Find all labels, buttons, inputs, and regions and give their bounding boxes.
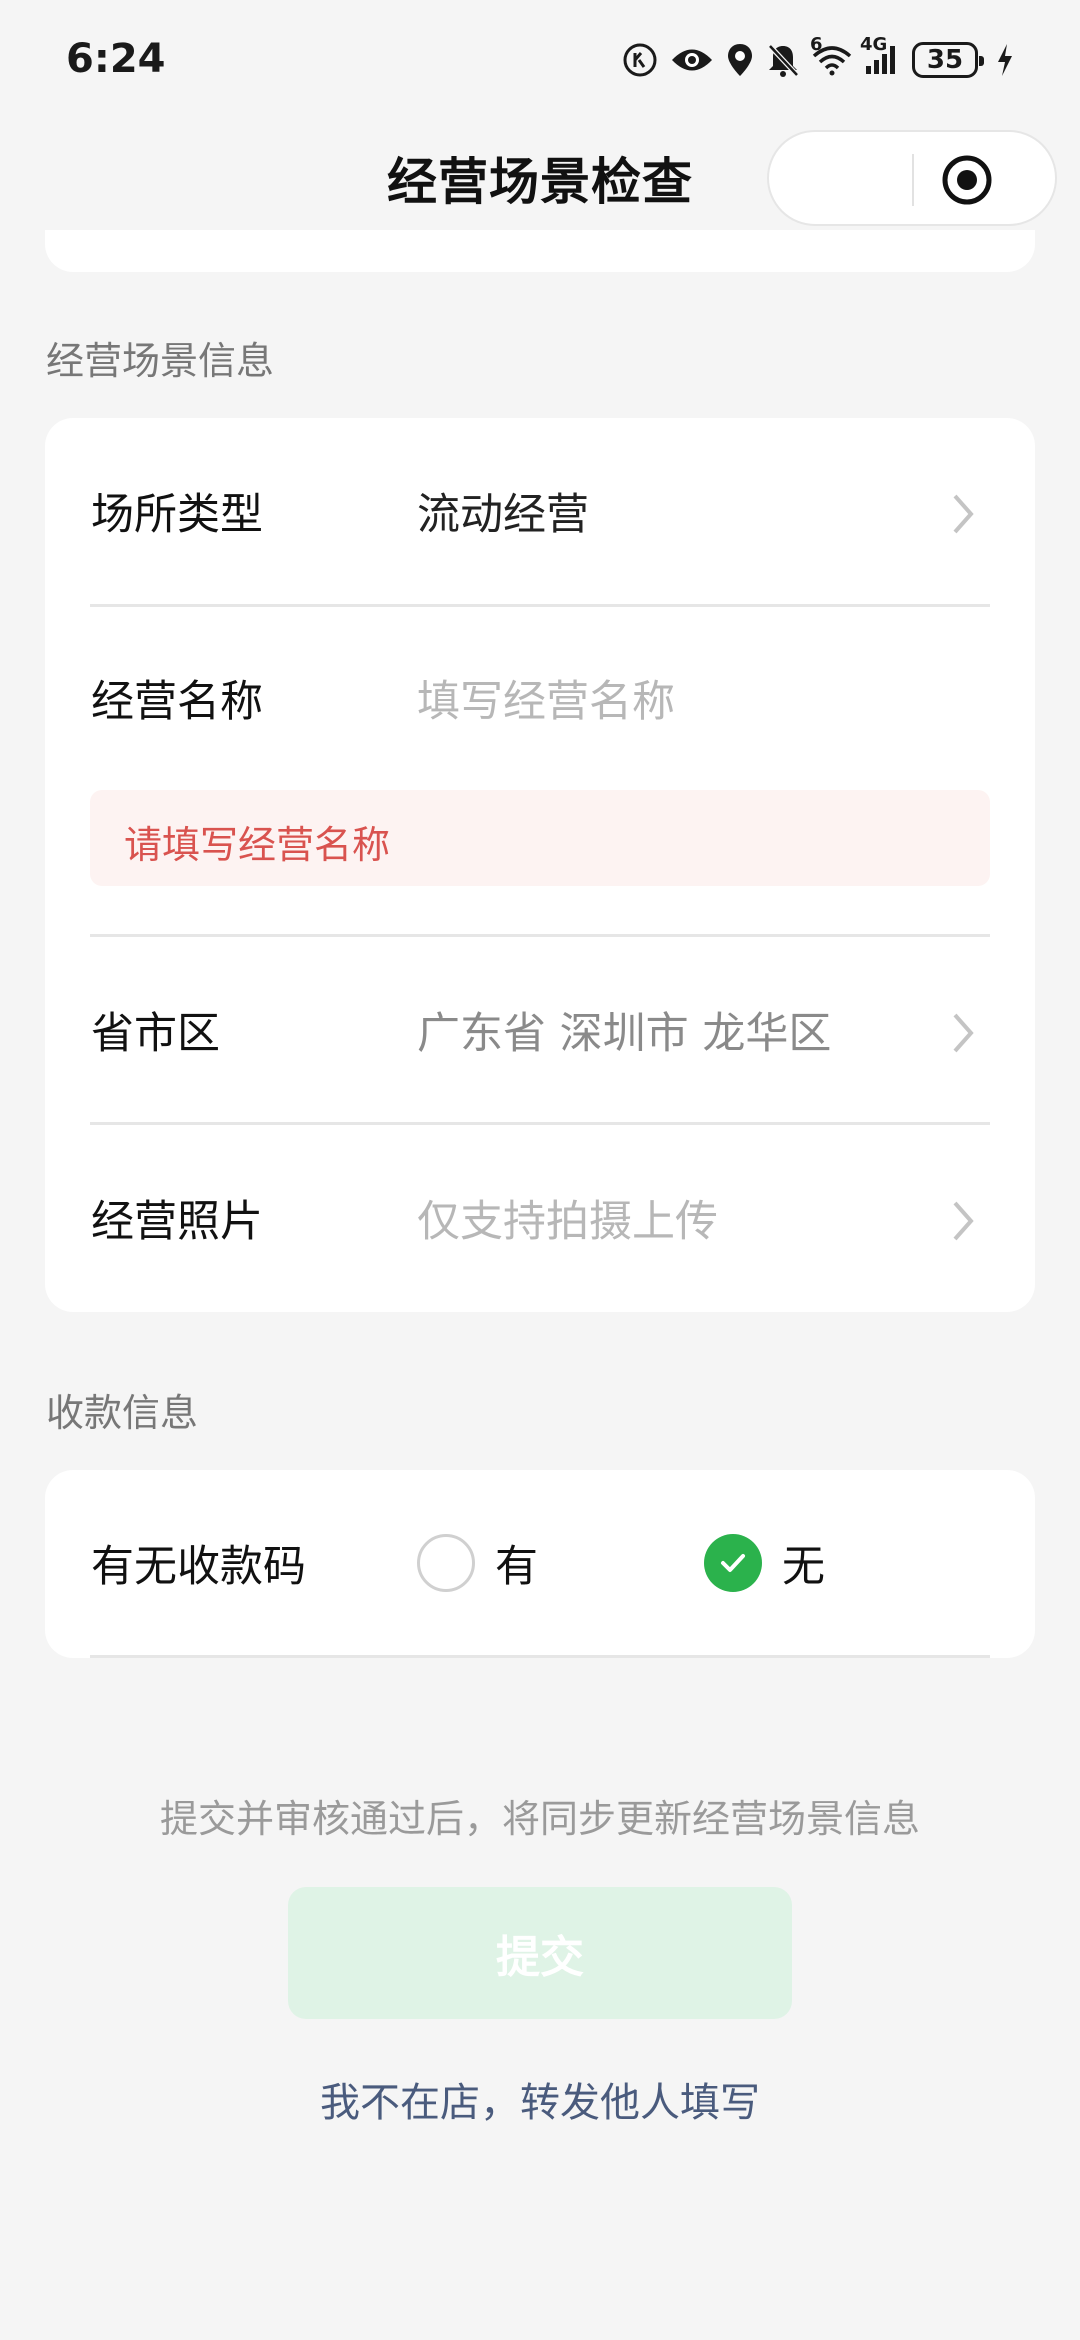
status-time: 6:24 — [66, 36, 166, 82]
wifi-icon: 6 — [810, 36, 852, 76]
mini-program-capsule — [767, 130, 1057, 226]
region-label: 省市区 — [91, 1009, 220, 1059]
region-value: 广东省 深圳市 龙华区 — [417, 1009, 832, 1059]
has-qr-label: 有无收款码 — [91, 1542, 306, 1592]
hd-call-icon — [622, 42, 658, 78]
location-icon — [726, 42, 754, 78]
radio-yes-label[interactable]: 有 — [495, 1532, 538, 1594]
chevron-right-icon — [953, 494, 974, 534]
check-icon — [721, 1554, 745, 1572]
photo-placeholder: 仅支持拍摄上传 — [417, 1197, 718, 1247]
more-dots-icon[interactable] — [779, 132, 907, 224]
chevron-right-icon — [953, 1013, 974, 1053]
venue-type-value: 流动经营 — [417, 490, 589, 540]
business-scene-card: 场所类型 流动经营 经营名称 填写经营名称 请填写经营名称 省市区 广东省 深圳… — [45, 418, 1035, 1312]
submit-button[interactable]: 提交 — [288, 1887, 792, 2019]
wifi-label: 6 — [810, 34, 823, 55]
signal-icon: 4G — [860, 36, 900, 76]
photo-row[interactable]: 经营照片 仅支持拍摄上传 — [45, 1125, 1035, 1312]
venue-type-row[interactable]: 场所类型 流动经营 — [45, 418, 1035, 606]
charging-icon — [996, 43, 1014, 77]
status-icons: 6 4G 35 — [622, 36, 1014, 84]
radio-no[interactable] — [704, 1534, 762, 1592]
venue-type-label: 场所类型 — [91, 490, 263, 540]
photo-label: 经营照片 — [91, 1197, 263, 1247]
radio-yes[interactable] — [417, 1534, 475, 1592]
has-qr-row: 有无收款码 有 无 — [45, 1470, 1035, 1656]
section-title-business-scene: 经营场景信息 — [46, 339, 275, 383]
chevron-right-icon — [953, 1201, 974, 1241]
error-message-box: 请填写经营名称 — [90, 790, 990, 886]
business-name-row[interactable]: 经营名称 填写经营名称 — [45, 607, 1035, 727]
divider — [90, 1655, 990, 1658]
section-title-payment: 收款信息 — [46, 1391, 199, 1435]
eye-icon — [670, 45, 714, 75]
radio-no-label[interactable]: 无 — [782, 1532, 825, 1594]
forward-to-others-link[interactable]: 我不在店，转发他人填写 — [0, 2070, 1080, 2128]
network-label: 4G — [860, 34, 888, 55]
payment-card: 有无收款码 有 无 — [45, 1470, 1035, 1658]
close-target-icon[interactable] — [941, 154, 993, 206]
business-name-error: 请填写经营名称 — [124, 823, 391, 867]
status-bar: 6:24 6 4G 35 — [0, 0, 1080, 120]
business-name-label: 经营名称 — [91, 677, 263, 727]
battery-level: 35 — [926, 45, 964, 75]
battery-icon: 35 — [912, 42, 984, 78]
region-row[interactable]: 省市区 广东省 深圳市 龙华区 — [45, 937, 1035, 1123]
business-name-input[interactable]: 填写经营名称 — [417, 667, 675, 729]
mute-bell-icon — [766, 42, 800, 78]
submit-hint: 提交并审核通过后，将同步更新经营场景信息 — [159, 1797, 920, 1841]
capsule-divider — [912, 154, 914, 206]
previous-card-bottom — [45, 230, 1035, 272]
